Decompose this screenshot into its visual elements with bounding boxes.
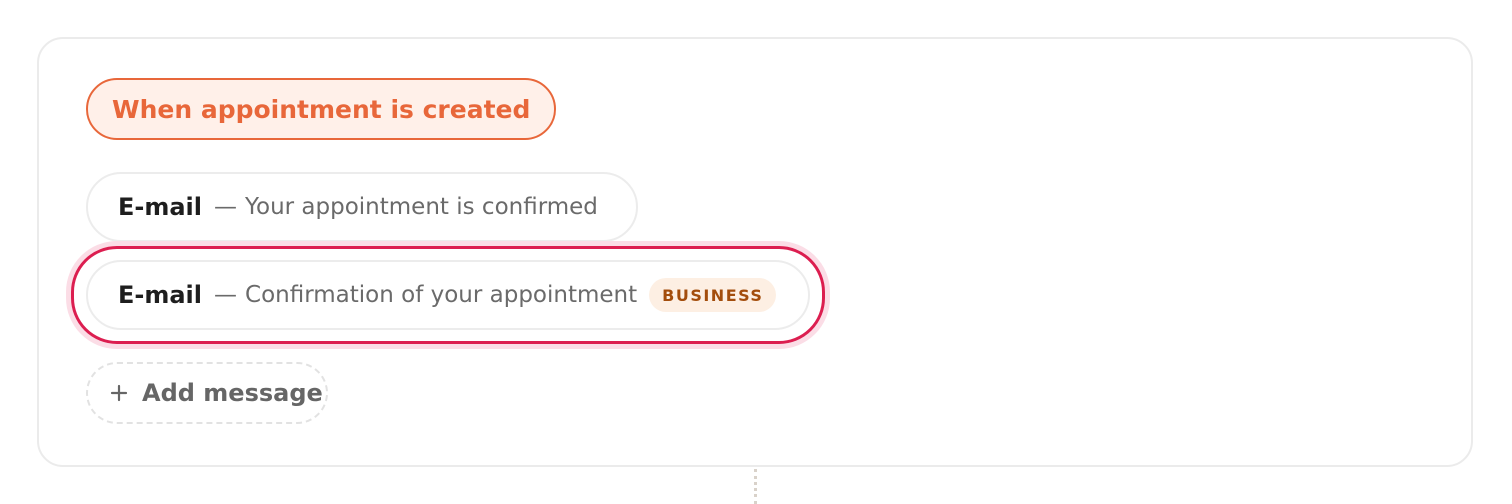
message-description: Your appointment is confirmed xyxy=(245,194,598,220)
message-item[interactable]: E-mail — Your appointment is confirmed xyxy=(86,172,638,242)
trigger-label: When appointment is created xyxy=(112,94,531,124)
message-item-selected[interactable]: E-mail — Confirmation of your appointmen… xyxy=(86,260,810,330)
add-message-label: Add message xyxy=(142,379,323,407)
message-type: E-mail xyxy=(118,193,203,221)
business-badge: BUSINESS xyxy=(649,278,777,312)
message-description: Confirmation of your appointment xyxy=(245,282,638,308)
flow-connector xyxy=(754,469,757,504)
message-separator: — xyxy=(214,194,238,220)
message-type: E-mail xyxy=(118,281,203,309)
plus-icon xyxy=(108,382,130,404)
add-message-button[interactable]: Add message xyxy=(86,362,328,424)
trigger-pill[interactable]: When appointment is created xyxy=(86,78,557,140)
message-separator: — xyxy=(214,282,238,308)
